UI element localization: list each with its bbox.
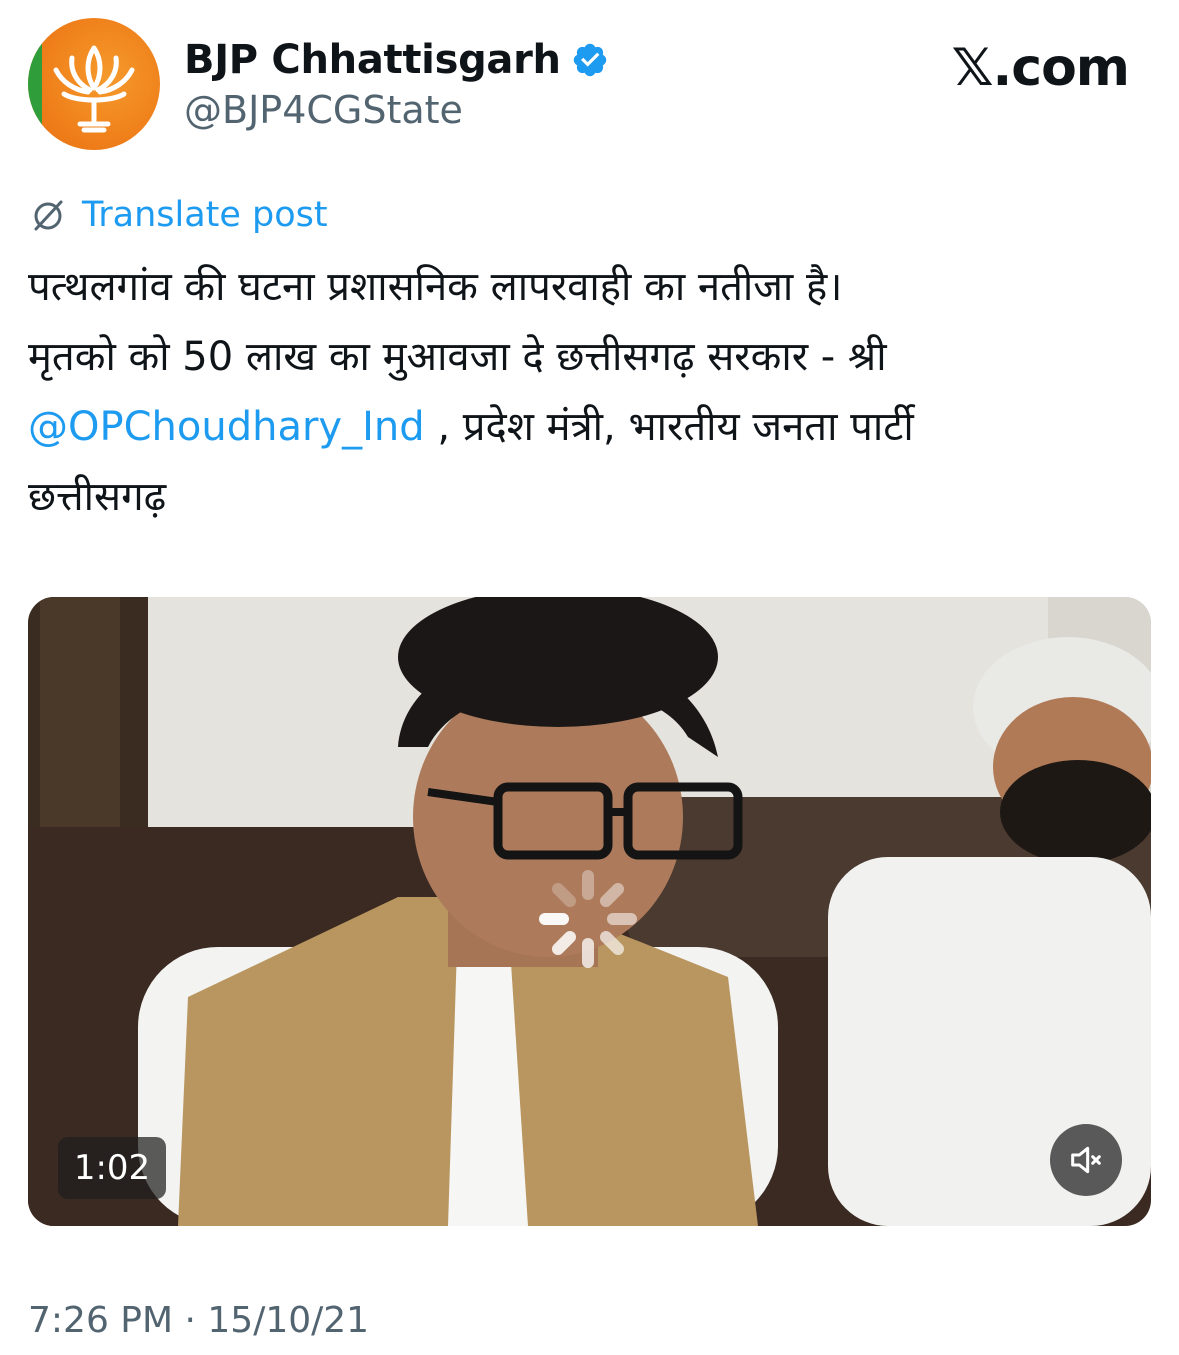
display-name-row: BJP Chhattisgarh (184, 34, 609, 86)
post-timestamp[interactable]: 7:26 PM · 15/10/21 (28, 1300, 369, 1341)
post-text-line-2: मृतको को 50 लाख का मुआवजा दे छत्तीसगढ़ स… (28, 334, 887, 380)
author-handle[interactable]: @BJP4CGState (184, 88, 463, 132)
post-header: BJP Chhattisgarh @BJP4CGState 𝕏.com (0, 0, 1179, 160)
display-name[interactable]: BJP Chhattisgarh (184, 37, 561, 83)
video-duration-badge: 1:02 (58, 1137, 166, 1199)
video-player[interactable]: 1:02 (28, 597, 1151, 1226)
translate-post-button[interactable]: Translate post (28, 190, 328, 240)
translate-post-label[interactable]: Translate post (82, 195, 328, 235)
verified-badge-icon (573, 43, 606, 77)
site-logo: 𝕏.com (951, 38, 1130, 98)
speaker-muted-icon (1071, 1146, 1101, 1174)
post-text-line-3: @OPChoudhary_Ind , प्रदेश मंत्री, भारतीय… (28, 392, 1138, 462)
globe-slash-icon (34, 200, 63, 231)
lotus-logo-icon (53, 45, 135, 133)
post-text-line-1: पत्थलगांव की घटना प्रशासनिक लापरवाही का … (28, 264, 843, 310)
mention-link[interactable]: @OPChoudhary_Ind (28, 404, 425, 450)
post-text-line-3-rest: , प्रदेश मंत्री, भारतीय जनता पार्टी (424, 404, 914, 450)
post-text: पत्थलगांव की घटना प्रशासनिक लापरवाही का … (28, 252, 1138, 532)
post-text-line-4: छत्तीसगढ़ (28, 474, 167, 520)
avatar[interactable] (28, 18, 160, 150)
spinner-icon (539, 870, 637, 968)
mute-button[interactable] (1050, 1124, 1122, 1196)
